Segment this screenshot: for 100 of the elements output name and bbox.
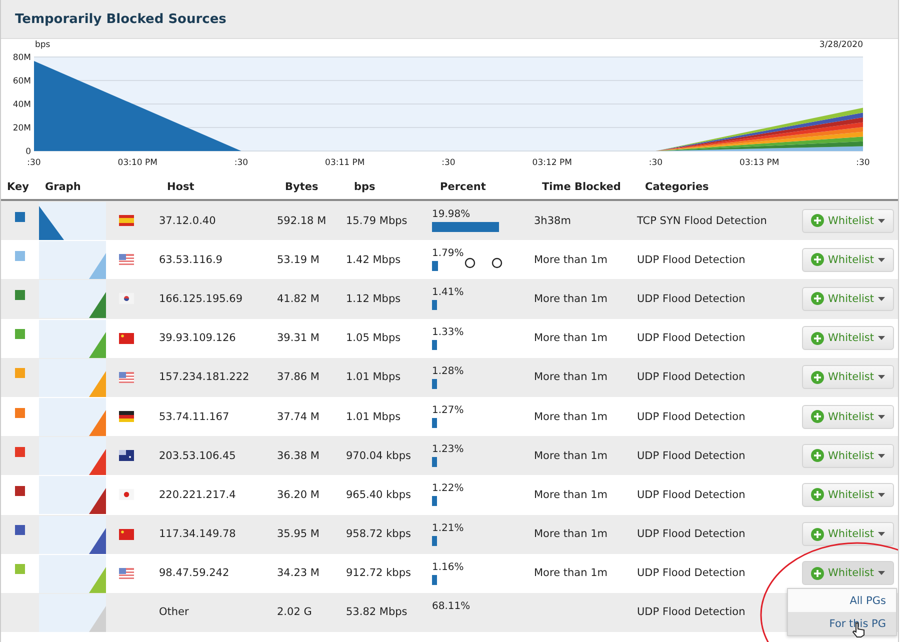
add-icon <box>811 410 824 424</box>
flag-icon <box>119 372 134 383</box>
flag-icon <box>119 411 134 422</box>
time-blocked-cell: More than 1m <box>534 371 608 384</box>
percent-cell-text: 1.79% <box>432 248 465 260</box>
sparkline-drawing <box>39 280 106 318</box>
add-icon <box>811 488 824 502</box>
y-axis-label: bps <box>35 40 50 50</box>
add-icon <box>811 253 824 266</box>
caret-icon <box>878 414 885 419</box>
bytes-cell: 36.38 M <box>277 450 320 462</box>
menu-item[interactable]: All PGs <box>788 588 896 612</box>
time-blocked-cell: More than 1m <box>534 528 608 540</box>
percent-cell-text: 1.41% <box>432 287 465 298</box>
whitelist-button[interactable]: Whitelist <box>802 404 894 429</box>
bytes-cell: 37.86 M <box>277 371 320 384</box>
bytes-cell: 34.23 M <box>277 567 320 580</box>
caret-icon <box>878 532 885 536</box>
x-tick-label: 03:10 PM <box>118 158 158 168</box>
flag-icon <box>119 293 134 304</box>
sparkline-drawing <box>39 594 106 632</box>
column-header: Graph <box>44 181 82 193</box>
whitelist-button[interactable]: Whitelist <box>802 365 894 390</box>
category-cell: UDP Flood Detection <box>637 332 746 344</box>
whitelist-button[interactable]: Whitelist <box>802 522 894 546</box>
add-icon <box>811 528 824 541</box>
y-tick-label: 80M <box>12 53 31 63</box>
caret-icon <box>878 218 885 223</box>
time-blocked-cell: More than 1m <box>534 488 608 501</box>
sparkline-drawing <box>39 202 106 240</box>
whitelist-button[interactable]: Whitelist <box>802 286 894 311</box>
bytes-cell: 41.82 M <box>277 292 320 305</box>
bytes-cell: 37.74 M <box>277 410 320 423</box>
sparkline-drawing <box>39 476 106 514</box>
category-cell: UDP Flood Detection <box>637 606 746 618</box>
x-tick-label: :30 <box>27 158 41 168</box>
whitelist-button[interactable]: Whitelist <box>802 326 894 350</box>
add-icon <box>811 566 824 580</box>
host-cell: 203.53.106.45 <box>159 450 236 462</box>
panel-title: Temporarily Blocked Sources <box>15 12 226 26</box>
sparkline-drawing <box>39 320 106 358</box>
bps-cell: 965.40 kbps <box>346 488 411 501</box>
bps-cell: 1.12 Mbps <box>346 292 401 305</box>
chart-date: 3/28/2020 <box>819 40 863 50</box>
bps-cell: 1.01 Mbps <box>346 410 401 423</box>
category-cell: UDP Flood Detection <box>637 254 746 266</box>
flag-icon <box>119 254 134 266</box>
host-cell: 157.234.181.222 <box>159 371 250 384</box>
time-blocked-cell: More than 1m <box>534 567 608 580</box>
whitelist-button[interactable]: Whitelist <box>802 248 894 272</box>
percent-cell-text: 1.27% <box>432 405 465 416</box>
whitelist-button[interactable]: Whitelist <box>802 444 894 468</box>
sparkline-drawing <box>39 241 106 280</box>
caret-icon <box>878 336 885 340</box>
add-icon <box>811 214 824 228</box>
time-blocked-cell: More than 1m <box>534 332 608 344</box>
sparkline-drawing <box>39 437 106 476</box>
x-tick-label: :30 <box>442 158 456 168</box>
bps-cell: 1.05 Mbps <box>346 332 401 344</box>
bps-cell: 912.72 kbps <box>346 567 411 580</box>
host-cell: 166.125.195.69 <box>159 292 242 305</box>
add-icon <box>811 370 824 384</box>
flag-icon <box>119 568 134 579</box>
host-cell: Other <box>159 606 189 618</box>
percent-cell-text: 19.98% <box>432 209 472 220</box>
percent-cell-text: 1.23% <box>432 444 465 456</box>
category-cell: TCP SYN Flood Detection <box>637 214 767 227</box>
flag-icon <box>119 332 134 344</box>
x-tick-label: :30 <box>856 158 870 168</box>
caret-icon <box>878 571 885 576</box>
whitelist-button[interactable]: Whitelist <box>802 482 894 507</box>
y-tick-label: 20M <box>12 124 31 134</box>
percent-cell-text: 1.16% <box>432 562 465 573</box>
bytes-cell: 2.02 G <box>277 606 312 618</box>
x-tick-label: 03:13 PM <box>740 158 780 168</box>
y-tick-label: 60M <box>12 76 31 86</box>
sparkline-drawing <box>39 516 106 554</box>
whitelist-button[interactable]: Whitelist <box>802 208 894 233</box>
percent-cell-text: 1.28% <box>432 366 465 377</box>
column-header: Percent <box>439 181 487 193</box>
x-tick-label: :30 <box>234 158 248 168</box>
caret-icon <box>878 375 885 380</box>
host-cell: 98.47.59.242 <box>159 567 230 580</box>
add-icon <box>811 292 824 306</box>
bytes-cell: 53.19 M <box>277 254 320 266</box>
time-blocked-cell: More than 1m <box>534 254 608 266</box>
category-cell: UDP Flood Detection <box>637 488 746 501</box>
column-header: Categories <box>644 181 710 193</box>
bps-cell: 970.04 kbps <box>346 450 411 462</box>
bps-cell: 958.72 kbps <box>346 528 411 540</box>
bps-cell: 1.01 Mbps <box>346 371 401 384</box>
caret-icon <box>878 454 885 458</box>
time-blocked-cell: More than 1m <box>534 292 608 305</box>
category-cell: UDP Flood Detection <box>637 528 746 540</box>
host-cell: 220.221.217.4 <box>159 488 236 501</box>
host-cell: 39.93.109.126 <box>159 332 236 344</box>
whitelist-button[interactable]: Whitelist <box>802 561 894 586</box>
column-header: bps <box>353 181 376 193</box>
host-cell: 63.53.116.9 <box>159 254 222 266</box>
time-blocked-cell: More than 1m <box>534 450 608 462</box>
